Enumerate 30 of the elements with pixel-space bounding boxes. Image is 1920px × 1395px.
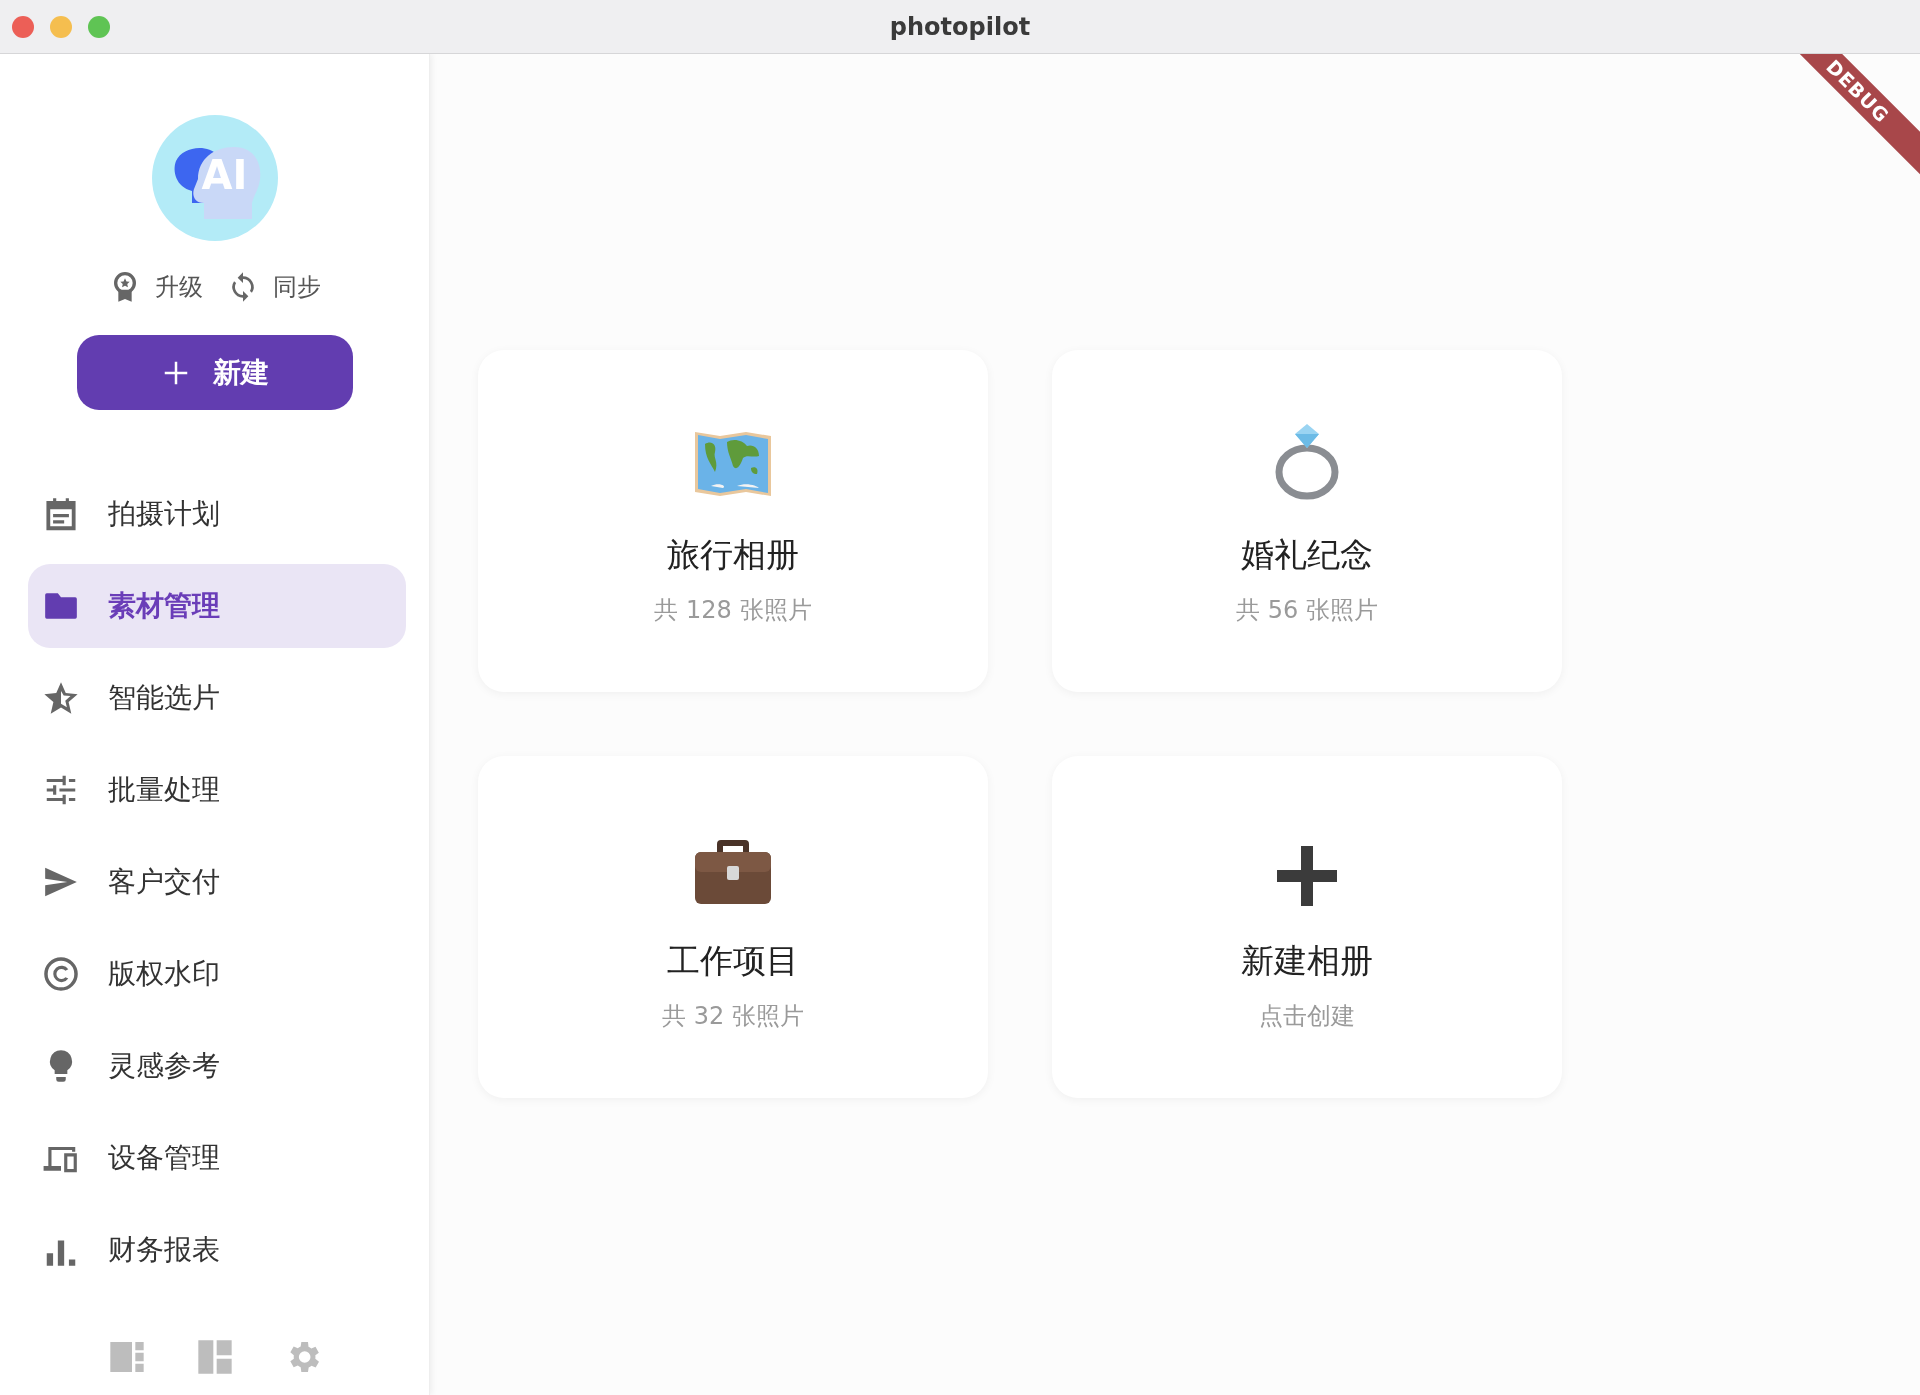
album-card[interactable]: 新建相册 点击创建 <box>1052 756 1562 1098</box>
close-button[interactable] <box>12 16 34 38</box>
zoom-button[interactable] <box>88 16 110 38</box>
album-subtitle: 共 128 张照片 <box>654 594 812 626</box>
nav-item[interactable]: 版权水印 <box>28 932 406 1016</box>
plus-icon <box>1277 846 1337 906</box>
nav-item[interactable]: 设备管理 <box>28 1116 406 1200</box>
nav-item[interactable]: 财务报表 <box>28 1208 406 1292</box>
album-title: 工作项目 <box>667 940 799 982</box>
album-title: 旅行相册 <box>667 534 799 576</box>
copyright-icon <box>42 955 80 993</box>
new-button[interactable]: 新建 <box>76 335 353 410</box>
album-subtitle: 共 32 张照片 <box>662 1000 804 1032</box>
upgrade-button[interactable]: 升级 <box>108 269 203 305</box>
album-subtitle: 点击创建 <box>1259 1000 1355 1032</box>
nav-item[interactable]: 灵感参考 <box>28 1024 406 1108</box>
album-card[interactable]: 婚礼纪念 共 56 张照片 <box>1052 350 1562 692</box>
album-title: 婚礼纪念 <box>1241 534 1373 576</box>
window-title: photopilot <box>889 11 1031 43</box>
album-subtitle: 共 56 张照片 <box>1236 594 1378 626</box>
nav-item[interactable]: 拍摄计划 <box>28 472 406 556</box>
nav-item[interactable]: 素材管理 <box>28 564 406 648</box>
album-card[interactable]: 工作项目 共 32 张照片 <box>478 756 988 1098</box>
album-card[interactable]: 旅行相册 共 128 张照片 <box>478 350 988 692</box>
nav-item[interactable]: 智能选片 <box>28 656 406 740</box>
album-title: 新建相册 <box>1241 940 1373 982</box>
minimize-button[interactable] <box>50 16 72 38</box>
nav-item[interactable]: 批量处理 <box>28 748 406 832</box>
nav-item[interactable]: 客户交付 <box>28 840 406 924</box>
sync-button[interactable]: 同步 <box>226 269 321 305</box>
